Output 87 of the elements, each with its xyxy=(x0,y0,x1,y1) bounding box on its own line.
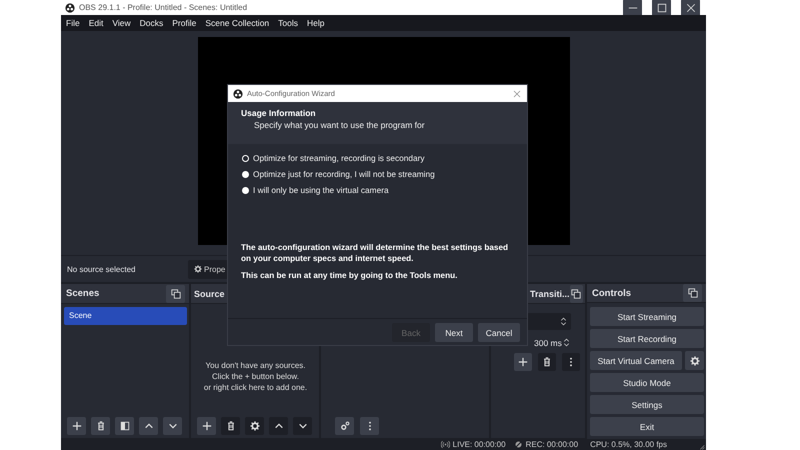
add-button[interactable] xyxy=(197,417,216,435)
move-down-button[interactable] xyxy=(163,417,182,435)
chevron-up-icon xyxy=(144,421,154,431)
dock-title: Scenes xyxy=(66,288,100,299)
delete-button[interactable] xyxy=(221,417,240,435)
menu-item[interactable]: Docks xyxy=(140,18,164,28)
maximize-icon xyxy=(656,2,666,12)
chevron-down-icon xyxy=(298,421,308,431)
section-heading: Usage Information xyxy=(241,108,317,118)
menu-item[interactable]: Tools xyxy=(278,18,298,28)
plus-icon xyxy=(72,421,82,431)
info-text: This can be run at any time by going to the Tools menu. xyxy=(241,270,458,281)
move-up-button[interactable] xyxy=(269,417,288,435)
move-up-button[interactable] xyxy=(139,417,158,435)
delete-button[interactable] xyxy=(91,417,110,435)
scene-item[interactable]: Scene xyxy=(64,307,187,325)
empty-sources-message: You don't have any sources. Click the + button below. or right click here to add one. xyxy=(202,360,308,394)
live-time: LIVE: 00:00:00 xyxy=(452,440,506,448)
advanced-audio-button[interactable] xyxy=(335,417,354,435)
add-button[interactable] xyxy=(67,417,86,435)
source-status: No source selected xyxy=(67,264,136,274)
app-logo-icon xyxy=(65,2,75,12)
settings-button[interactable] xyxy=(245,417,264,435)
control-button[interactable]: Start Virtual Camera xyxy=(590,351,682,370)
dialog-button[interactable]: Next xyxy=(435,323,473,342)
more-button[interactable] xyxy=(562,353,580,371)
radio-button[interactable] xyxy=(242,154,249,162)
chevron-up-icon xyxy=(274,421,284,431)
menu-item[interactable]: Profile xyxy=(172,18,196,28)
option-label: Optimize just for recording, I will not be streaming xyxy=(253,169,435,179)
spin-arrows-icon xyxy=(559,317,568,326)
dock-title: Source xyxy=(194,288,226,298)
option-label: Optimize for streaming, recording is secondary xyxy=(253,153,425,163)
undock-button[interactable] xyxy=(166,284,185,302)
move-down-button[interactable] xyxy=(293,417,312,435)
undock-button[interactable] xyxy=(683,284,702,302)
info-text: The auto-configuration wizard will determine the best settings based on your computer specs and internet speed. xyxy=(241,242,510,264)
chevron-down-icon xyxy=(168,421,178,431)
plus-icon xyxy=(202,421,212,431)
menu-item[interactable]: Help xyxy=(307,18,324,28)
radio-button[interactable] xyxy=(242,186,249,194)
half-square-icon xyxy=(120,421,130,431)
dock-title: Controls xyxy=(592,288,632,298)
control-button[interactable]: Start Recording xyxy=(590,329,704,348)
overlapping-squares-icon xyxy=(571,288,582,298)
spin-arrows-icon xyxy=(562,338,571,347)
radio-button[interactable] xyxy=(242,170,249,178)
rec-time: REC: 00:00:00 xyxy=(526,440,578,448)
radio-option[interactable]: Optimize for streaming, recording is secondary xyxy=(242,153,513,163)
add-button[interactable] xyxy=(514,353,532,371)
more-button[interactable] xyxy=(360,417,379,435)
menu-item[interactable]: View xyxy=(112,18,131,28)
plus-icon xyxy=(518,357,528,367)
duration-field[interactable]: 300 ms xyxy=(530,334,573,351)
overlapping-squares-icon xyxy=(688,288,698,298)
dock-title: Transiti... xyxy=(530,288,570,298)
undock-button[interactable] xyxy=(570,284,583,302)
close-icon xyxy=(686,2,696,12)
section-description: Specify what you want to use the program for xyxy=(254,120,426,130)
menu-item[interactable]: File xyxy=(66,18,80,28)
radio-option[interactable]: Optimize just for recording, I will not be streaming xyxy=(242,169,513,179)
radio-option[interactable]: I will only be using the virtual camera xyxy=(242,185,513,195)
settings-button[interactable] xyxy=(685,351,704,370)
control-button[interactable]: Start Streaming xyxy=(590,307,704,326)
control-button[interactable]: Studio Mode xyxy=(590,373,704,392)
close-icon xyxy=(513,90,521,98)
dialog-button[interactable]: Cancel xyxy=(478,323,520,342)
filters-button[interactable] xyxy=(115,417,134,435)
gear-icon xyxy=(250,421,260,431)
window-title: OBS 29.1.1 - Profile: Untitled - Scenes: Untitled xyxy=(79,3,248,12)
gears-icon xyxy=(340,421,350,431)
app-logo-icon xyxy=(233,88,243,98)
control-button[interactable]: Exit xyxy=(590,417,704,436)
gear-icon xyxy=(690,356,700,366)
menu-item[interactable]: Scene Collection xyxy=(205,18,270,28)
gear-icon xyxy=(194,265,202,273)
trash-icon xyxy=(542,357,552,367)
cpu-usage: CPU: 0.5%, 30.00 fps xyxy=(590,440,667,448)
trash-icon xyxy=(96,421,106,431)
option-label: I will only be using the virtual camera xyxy=(253,185,389,195)
broadcast-icon xyxy=(440,440,450,448)
menu-item[interactable]: Edit xyxy=(88,18,104,28)
trash-icon xyxy=(226,421,236,431)
delete-button[interactable] xyxy=(538,353,556,371)
control-button[interactable]: Settings xyxy=(590,395,704,414)
properties-button[interactable]: Prope xyxy=(188,260,227,278)
overlapping-squares-icon xyxy=(170,288,180,298)
